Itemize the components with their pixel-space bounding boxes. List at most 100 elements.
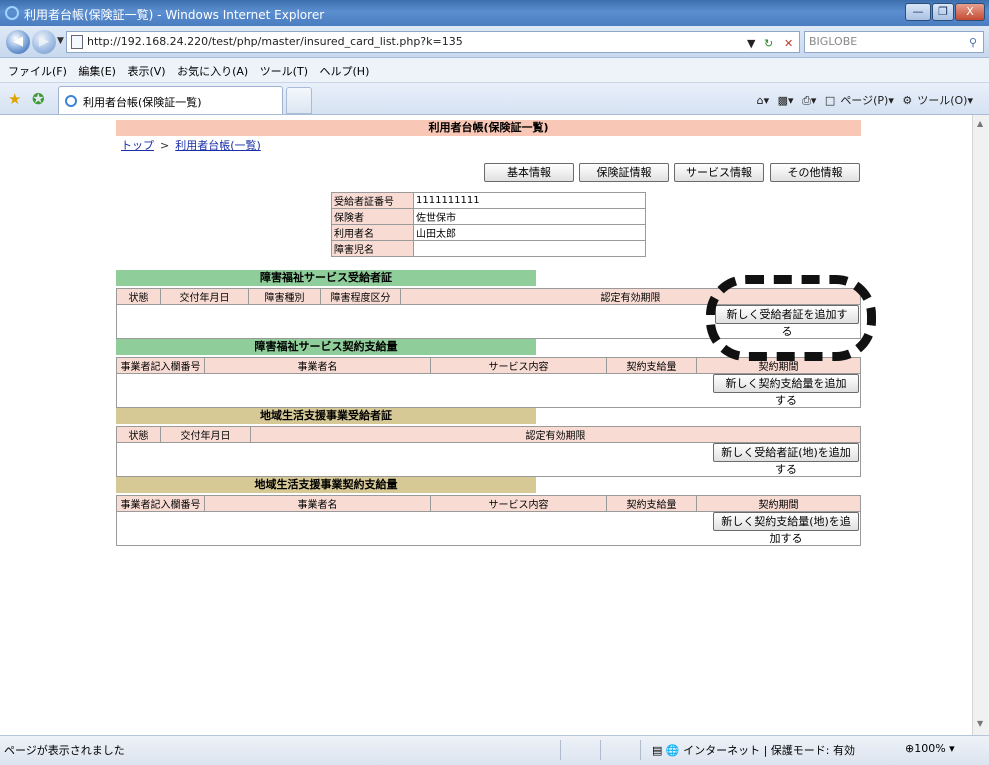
section-community-certificate-title: 地域生活支援事業受給者証 <box>116 408 536 424</box>
page-content: 利用者台帳(保険証一覧) トップ > 利用者台帳(一覧) 基本情報 保険証情報 サー… <box>6 115 972 735</box>
breadcrumb: トップ > 利用者台帳(一覧) <box>121 137 261 153</box>
favorites-bar: ★ ✪ 利用者台帳(保険証一覧) ⌂▾ ▩▾ ⎙▾ □ ページ(P)▾ ⚙ ツール(… <box>0 83 989 115</box>
column-header: 事業者名 <box>204 357 431 374</box>
search-input[interactable]: BIGLOBE ⚲ <box>804 31 984 53</box>
tab-service-info-button[interactable]: サービス情報 <box>674 163 764 182</box>
back-button[interactable]: ◀ <box>6 30 30 54</box>
info-row: 保険者 佐世保市 <box>331 208 646 225</box>
add-welfare-contract-button[interactable]: 新しく契約支給量を追加する <box>713 374 859 407</box>
ie-logo-icon <box>5 6 19 20</box>
print-icon[interactable]: ⎙▾ <box>802 94 816 107</box>
insurer-label: 保険者 <box>331 208 414 225</box>
table-row: 新しく受給者証(地)を追加する <box>116 442 861 477</box>
breadcrumb-current-link[interactable]: 利用者台帳(一覧) <box>175 139 261 152</box>
new-tab-button[interactable] <box>286 87 312 114</box>
table-header-row: 状態 交付年月日 認定有効期限 <box>116 426 861 443</box>
info-row: 受給者証番号 1111111111 <box>331 192 646 209</box>
close-icon: X <box>966 5 974 18</box>
tab-insurance-info-button[interactable]: 保険証情報 <box>579 163 669 182</box>
tab-other-info-button[interactable]: その他情報 <box>770 163 860 182</box>
add-community-certificate-button[interactable]: 新しく受給者証(地)を追加する <box>713 443 859 476</box>
table-row: 新しく契約支給量(地)を追加する <box>116 511 861 546</box>
section-welfare-certificate-title: 障害福祉サービス受給者証 <box>116 270 536 286</box>
section-welfare-contract-title: 障害福祉サービス契約支給量 <box>116 339 536 355</box>
page-menu[interactable]: □ ページ(P)▾ <box>825 94 894 107</box>
page-title: 利用者台帳(保険証一覧) <box>116 120 861 136</box>
close-window-button[interactable]: X <box>955 3 985 21</box>
tab-basic-info-button[interactable]: 基本情報 <box>484 163 574 182</box>
column-header: 事業者記入欄番号 <box>116 357 205 374</box>
add-community-contract-button[interactable]: 新しく契約支給量(地)を追加する <box>713 512 859 545</box>
menu-file[interactable]: ファイル(F) <box>8 63 67 79</box>
breadcrumb-separator: > <box>160 139 170 152</box>
page-menu-label: ページ(P) <box>840 94 889 107</box>
community-certificate-table: 状態 交付年月日 認定有効期限 新しく受給者証(地)を追加する <box>116 426 861 477</box>
address-dropdown-icon[interactable]: ▼ <box>747 34 755 54</box>
search-placeholder: BIGLOBE <box>809 35 858 48</box>
maximize-button[interactable]: ❐ <box>932 3 954 21</box>
user-name-label: 利用者名 <box>331 224 414 241</box>
feeds-icon[interactable]: ▩▾ <box>778 94 794 107</box>
column-header: 状態 <box>116 288 161 305</box>
community-contract-table: 事業者記入欄番号 事業者名 サービス内容 契約支給量 契約期間 新しく契約支給量… <box>116 495 861 546</box>
favorites-star-icon[interactable]: ★ <box>8 90 21 108</box>
status-divider <box>600 740 601 760</box>
stop-icon[interactable]: ✕ <box>784 34 793 54</box>
status-divider <box>640 740 641 760</box>
browser-tab-active[interactable]: 利用者台帳(保険証一覧) <box>58 86 283 114</box>
table-action-cell: 新しく契約支給量を追加する <box>116 373 861 408</box>
address-input[interactable]: http://192.168.24.220/test/php/master/in… <box>66 31 800 53</box>
status-divider <box>560 740 561 760</box>
welfare-contract-table: 事業者記入欄番号 事業者名 サービス内容 契約支給量 契約期間 新しく契約支給量… <box>116 357 861 408</box>
column-header: 障害種別 <box>248 288 321 305</box>
scroll-up-icon[interactable]: ▲ <box>977 119 983 128</box>
tab-ie-icon <box>65 95 77 107</box>
user-name-value: 山田太郎 <box>413 224 646 241</box>
menu-view[interactable]: 表示(V) <box>127 63 165 79</box>
table-row: 新しく契約支給量を追加する <box>116 373 861 408</box>
column-header: 契約支給量 <box>606 495 697 512</box>
info-row: 利用者名 山田太郎 <box>331 224 646 241</box>
status-bar: ページが表示されました ▤ 🌐 インターネット | 保護モード: 有効 ⊕100… <box>0 735 989 765</box>
column-header: 状態 <box>116 426 161 443</box>
recipient-number-value: 1111111111 <box>413 192 646 209</box>
menu-favorites[interactable]: お気に入り(A) <box>177 63 248 79</box>
tab-label: 利用者台帳(保険証一覧) <box>83 96 202 109</box>
home-icon[interactable]: ⌂▾ <box>757 94 770 107</box>
command-bar: ⌂▾ ▩▾ ⎙▾ □ ページ(P)▾ ⚙ ツール(O)▾ <box>752 92 973 108</box>
recipient-number-label: 受給者証番号 <box>331 192 414 209</box>
address-url: http://192.168.24.220/test/php/master/in… <box>87 35 463 48</box>
menu-help[interactable]: ヘルプ(H) <box>320 63 370 79</box>
search-icon[interactable]: ⚲ <box>969 33 977 53</box>
column-header: 契約期間 <box>696 495 861 512</box>
menu-edit[interactable]: 編集(E) <box>78 63 116 79</box>
section-community-contract-title: 地域生活支援事業契約支給量 <box>116 477 536 493</box>
column-header: サービス内容 <box>430 495 607 512</box>
menu-bar: ファイル(F) 編集(E) 表示(V) お気に入り(A) ツール(T) ヘルプ(… <box>0 58 989 83</box>
refresh-icon[interactable]: ↻ <box>764 34 773 54</box>
minimize-button[interactable]: — <box>905 3 931 21</box>
column-header: サービス内容 <box>430 357 607 374</box>
menu-tools[interactable]: ツール(T) <box>260 63 308 79</box>
column-header: 交付年月日 <box>160 288 249 305</box>
column-header: 事業者記入欄番号 <box>116 495 205 512</box>
zoom-control[interactable]: ⊕100% ▾ <box>905 742 955 755</box>
security-zone[interactable]: ▤ 🌐 インターネット | 保護モード: 有効 <box>652 742 855 758</box>
table-action-cell: 新しく契約支給量(地)を追加する <box>116 511 861 546</box>
window-title-bar: 利用者台帳(保険証一覧) - Windows Internet Explorer… <box>0 0 989 26</box>
forward-button[interactable]: ▶ <box>32 30 56 54</box>
add-favorites-icon[interactable]: ✪ <box>32 90 45 108</box>
tools-menu[interactable]: ⚙ ツール(O)▾ <box>902 94 973 107</box>
table-action-cell: 新しく受給者証(地)を追加する <box>116 442 861 477</box>
insurer-value: 佐世保市 <box>413 208 646 225</box>
column-header: 認定有効期限 <box>250 426 861 443</box>
column-header: 障害程度区分 <box>320 288 401 305</box>
zoom-level: 100% <box>914 742 946 755</box>
column-header: 交付年月日 <box>160 426 251 443</box>
breadcrumb-home-link[interactable]: トップ <box>121 139 154 152</box>
history-dropdown-icon[interactable]: ▼ <box>57 36 64 46</box>
status-message: ページが表示されました <box>4 744 125 757</box>
vertical-scrollbar[interactable]: ▲ ▼ <box>972 115 989 735</box>
scroll-down-icon[interactable]: ▼ <box>977 719 983 728</box>
window-title: 利用者台帳(保険証一覧) - Windows Internet Explorer <box>24 8 325 22</box>
